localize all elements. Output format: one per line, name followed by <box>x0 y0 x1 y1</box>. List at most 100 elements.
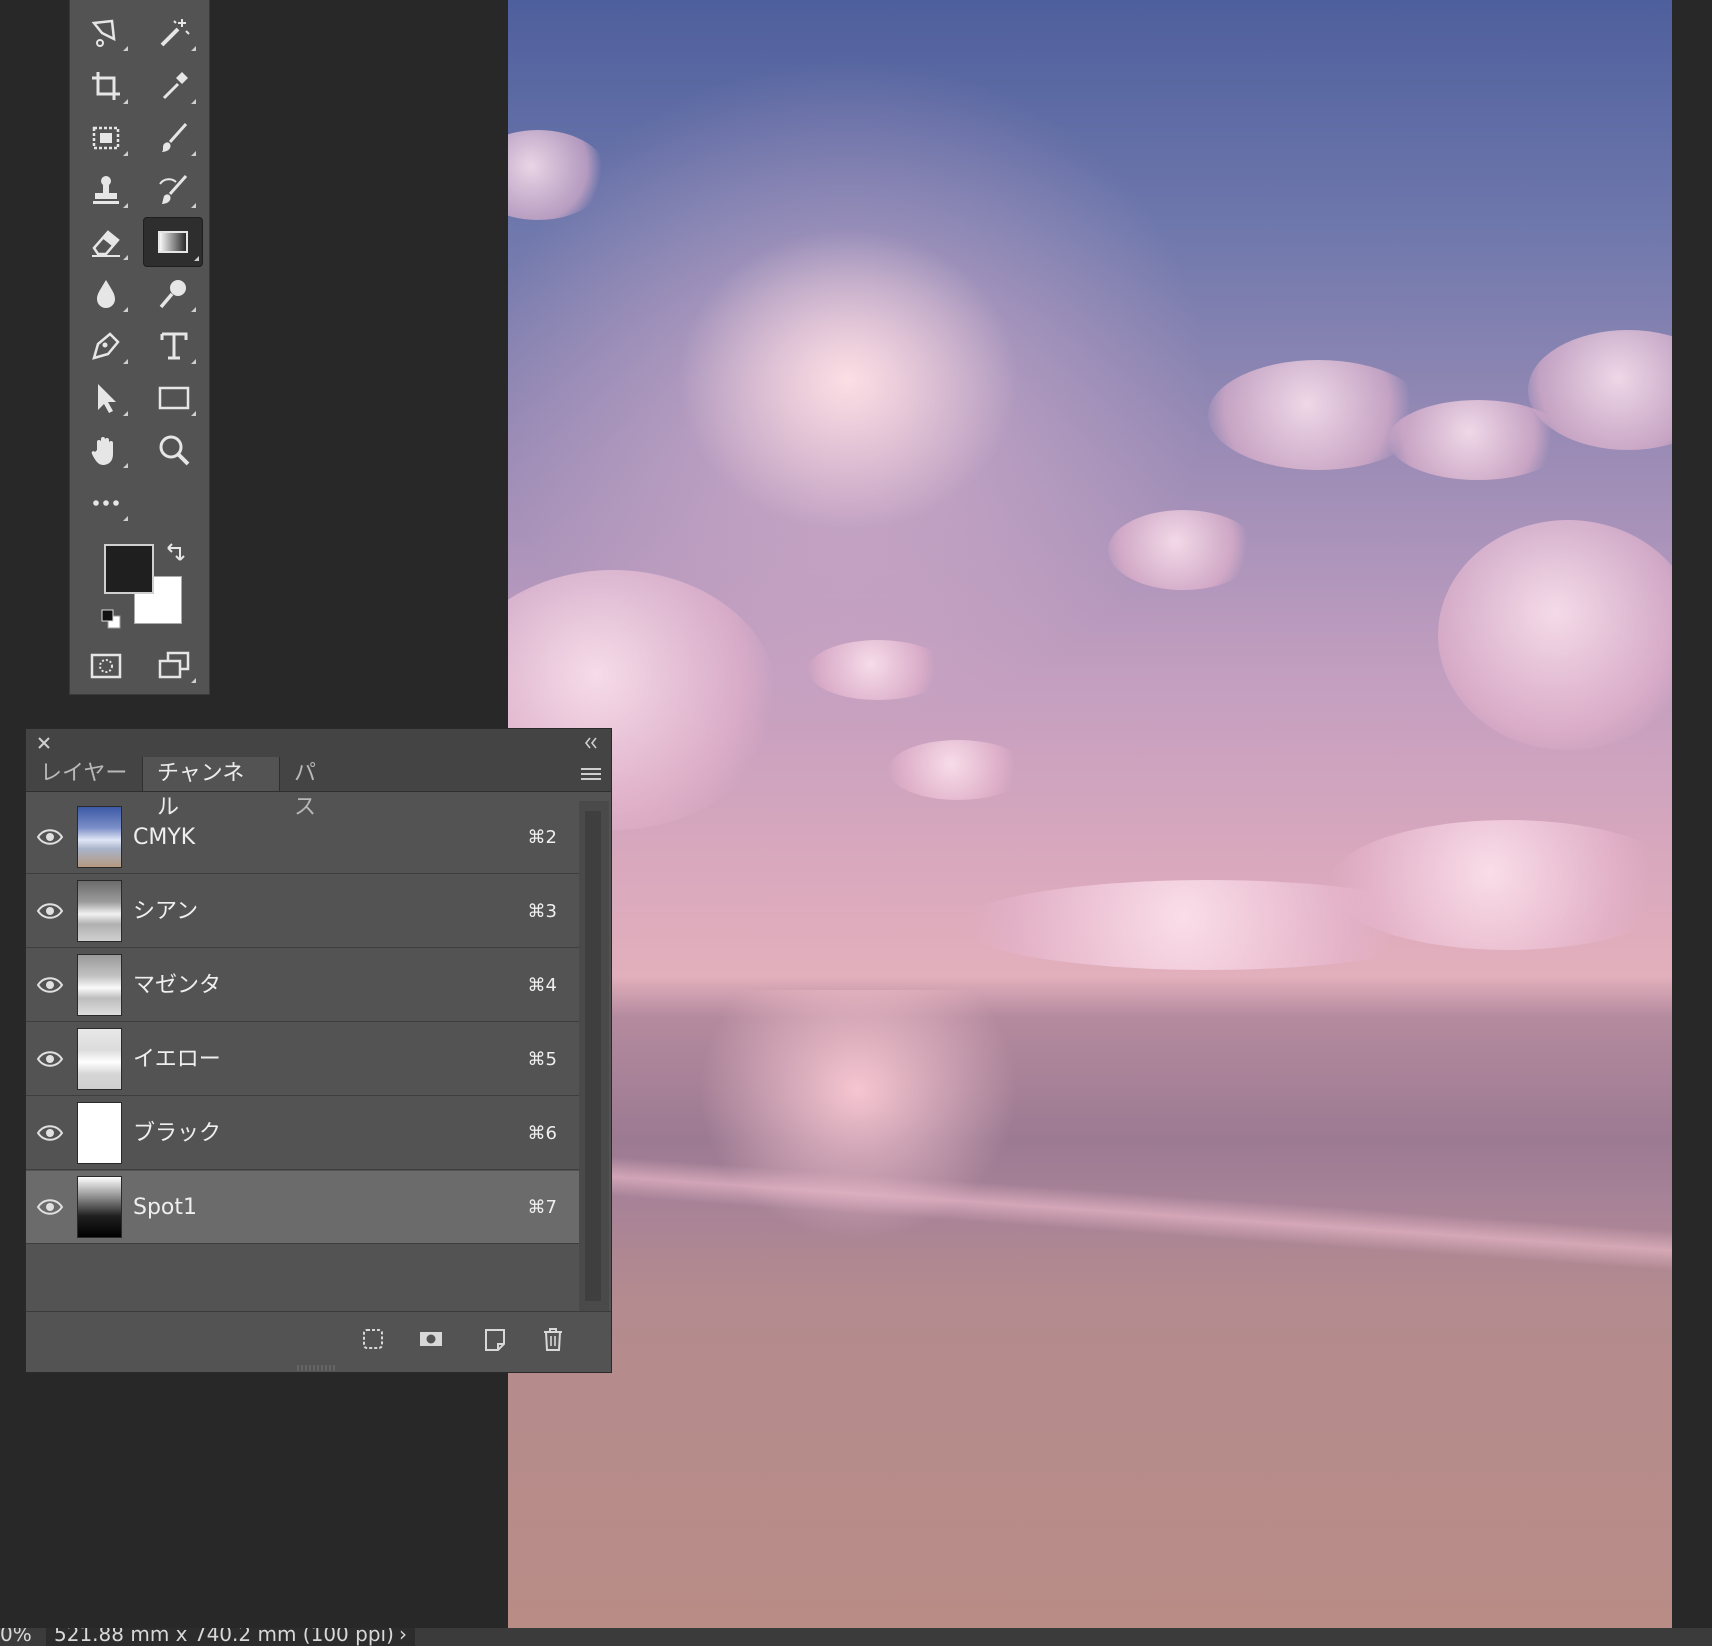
eyedropper-tool[interactable] <box>149 63 199 109</box>
eraser-tool[interactable] <box>81 219 131 265</box>
hand-icon <box>91 437 113 465</box>
panel-footer <box>26 1311 611 1364</box>
eye-icon[interactable] <box>36 973 64 997</box>
rectangle-icon <box>158 386 190 410</box>
type-icon <box>160 332 188 360</box>
zoom-tool[interactable] <box>149 427 199 473</box>
eye-icon[interactable] <box>36 825 64 849</box>
resize-grip-icon[interactable] <box>296 1365 336 1371</box>
lasso-tool[interactable] <box>81 10 131 56</box>
channel-shortcut: ⌘5 <box>527 1049 557 1070</box>
collapse-icon[interactable] <box>581 733 601 753</box>
foreground-color-swatch[interactable] <box>104 544 154 594</box>
channel-row-cmyk[interactable]: CMYK ⌘2 <box>26 801 579 874</box>
scroll-track[interactable] <box>585 811 601 1301</box>
channel-shortcut: ⌘6 <box>527 1123 557 1144</box>
type-tool[interactable] <box>149 323 199 369</box>
channel-name: ブラック <box>133 1121 222 1146</box>
channel-shortcut: ⌘7 <box>527 1197 557 1218</box>
eye-icon[interactable] <box>36 899 64 923</box>
cloud <box>1108 510 1258 590</box>
tab-paths[interactable]: パス <box>280 757 350 820</box>
channel-shortcut: ⌘4 <box>527 975 557 996</box>
status-bar: 0% 521.88 mm x 740.2 mm (100 ppi) › <box>0 1628 1712 1646</box>
shoreline <box>508 1149 1672 1271</box>
cloud <box>1438 520 1672 750</box>
trash-icon[interactable] <box>540 1326 566 1352</box>
quick-mask-button[interactable] <box>81 642 131 688</box>
close-icon[interactable] <box>34 733 54 753</box>
default-colors-icon[interactable] <box>100 608 122 630</box>
channel-row-cyan[interactable]: シアン ⌘3 <box>26 875 579 948</box>
more-tools-button[interactable] <box>81 480 131 526</box>
spot-healing-icon <box>92 126 120 150</box>
pen-icon <box>92 332 120 360</box>
channel-list: CMYK ⌘2 シアン ⌘3 マゼンタ ⌘4 イエロー ⌘5 ブラック ⌘6 S… <box>26 801 579 1311</box>
crop-tool[interactable] <box>81 63 131 109</box>
brush-icon <box>162 123 188 152</box>
lasso-icon <box>91 19 116 47</box>
channel-row-black[interactable]: ブラック ⌘6 <box>26 1097 579 1170</box>
channel-name: CMYK <box>133 825 196 850</box>
channel-row-magenta[interactable]: マゼンタ ⌘4 <box>26 949 579 1022</box>
brush-tool[interactable] <box>149 115 199 161</box>
document-size-field[interactable]: 521.88 mm x 740.2 mm (100 ppi) › <box>46 1628 415 1646</box>
document-canvas[interactable] <box>508 0 1672 1628</box>
load-selection-icon[interactable] <box>360 1326 386 1352</box>
tab-channels[interactable]: チャンネル <box>142 757 280 820</box>
dodge-tool[interactable] <box>149 271 199 317</box>
pen-tool[interactable] <box>81 323 131 369</box>
path-selection-icon <box>98 384 116 413</box>
channel-thumbnail <box>77 880 122 942</box>
clone-stamp-tool[interactable] <box>81 167 131 213</box>
new-channel-icon[interactable] <box>482 1326 508 1352</box>
channels-panel: レイヤー チャンネル パス CMYK ⌘2 シアン ⌘3 マゼンタ ⌘4 イエロ… <box>25 728 612 1373</box>
cloud <box>958 880 1458 970</box>
save-selection-icon[interactable] <box>418 1326 444 1352</box>
channel-row-spot1[interactable]: Spot1 ⌘7 <box>26 1171 579 1244</box>
eye-icon[interactable] <box>36 1195 64 1219</box>
channel-list-scrollbar[interactable] <box>579 801 609 1311</box>
clone-stamp-icon <box>93 176 119 204</box>
eraser-icon <box>92 230 120 257</box>
tab-layers[interactable]: レイヤー <box>26 757 142 791</box>
panel-tabs: レイヤー チャンネル パス <box>26 757 611 820</box>
hand-tool[interactable] <box>81 427 131 473</box>
magic-wand-icon <box>160 19 190 47</box>
channel-thumbnail <box>77 1102 122 1164</box>
tools-panel <box>69 0 210 695</box>
cloud <box>508 130 608 220</box>
channel-name: マゼンタ <box>133 973 222 998</box>
swap-colors-icon[interactable] <box>164 542 188 566</box>
path-selection-tool[interactable] <box>81 375 131 421</box>
quick-mask-icon <box>90 653 122 679</box>
channel-thumbnail <box>77 954 122 1016</box>
document-size: 521.88 mm x 740.2 mm (100 ppi) <box>54 1628 394 1646</box>
more-tools-icon <box>93 500 119 506</box>
history-brush-tool[interactable] <box>149 167 199 213</box>
rectangle-tool[interactable] <box>149 375 199 421</box>
status-arrow-icon[interactable]: › <box>399 1628 407 1646</box>
channel-name: シアン <box>133 899 199 924</box>
panel-menu-icon[interactable] <box>579 765 603 785</box>
magic-wand-tool[interactable] <box>149 10 199 56</box>
eyedropper-icon <box>162 72 188 100</box>
channel-thumbnail <box>77 1028 122 1090</box>
blur-tool[interactable] <box>81 271 131 317</box>
gradient-tool[interactable] <box>143 217 203 267</box>
channel-thumbnail <box>77 806 122 868</box>
eye-icon[interactable] <box>36 1047 64 1071</box>
channel-name: Spot1 <box>133 1195 198 1220</box>
channel-name: イエロー <box>133 1047 221 1072</box>
zoom-level[interactable]: 0% <box>0 1628 32 1646</box>
cloud <box>808 640 948 700</box>
cloud <box>888 740 1028 800</box>
channel-shortcut: ⌘3 <box>527 901 557 922</box>
history-brush-icon <box>159 175 188 204</box>
eye-icon[interactable] <box>36 1121 64 1145</box>
screen-mode-button[interactable] <box>149 642 199 688</box>
spot-healing-tool[interactable] <box>81 115 131 161</box>
channel-row-yellow[interactable]: イエロー ⌘5 <box>26 1023 579 1096</box>
panel-header <box>26 729 611 757</box>
gradient-icon <box>158 231 188 253</box>
